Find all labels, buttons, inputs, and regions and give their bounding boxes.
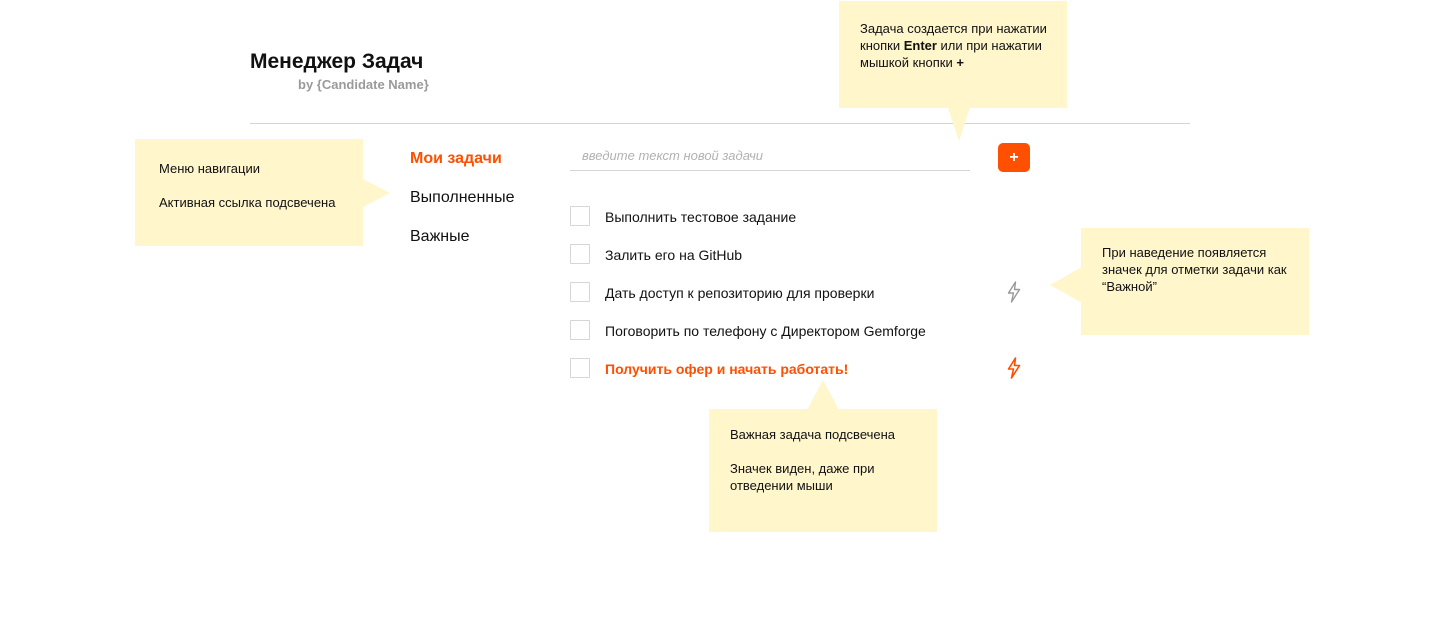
nav-item-important[interactable]: Важные xyxy=(410,228,515,267)
bolt-outline-icon[interactable] xyxy=(1006,281,1022,303)
tooltip-important-task: Важная задача подсвечена Значек виден, д… xyxy=(709,380,937,532)
task-text: Залить его на GitHub xyxy=(605,247,743,263)
tooltip-create-task: Задача создается при нажатии кнопки Ente… xyxy=(839,1,1067,141)
task-checkbox[interactable] xyxy=(570,206,590,226)
task-checkbox[interactable] xyxy=(570,320,590,340)
task-text: Получить офер и начать работать! xyxy=(605,361,849,377)
new-task-input[interactable] xyxy=(570,141,970,171)
tooltip-nav-line1: Меню навигации xyxy=(159,161,260,176)
page: Менеджер Задач by {Candidate Name} Мои з… xyxy=(0,0,1440,623)
task-list: Выполнить тестовое задание Залить его на… xyxy=(570,198,1030,388)
nav-item-completed[interactable]: Выполненные xyxy=(410,189,515,228)
tooltip-hover-text: При наведение появляется значек для отме… xyxy=(1102,245,1287,294)
task-item: Выполнить тестовое задание xyxy=(570,198,1030,236)
task-checkbox[interactable] xyxy=(570,282,590,302)
task-item-important: Получить офер и начать работать! xyxy=(570,350,1030,388)
tooltip-create-text: Задача создается при нажатии кнопки Ente… xyxy=(860,21,1047,70)
task-checkbox[interactable] xyxy=(570,358,590,378)
task-text: Дать доступ к репозиторию для проверки xyxy=(605,285,875,301)
task-checkbox[interactable] xyxy=(570,244,590,264)
task-item: Поговорить по телефону с Директором Gemf… xyxy=(570,312,1030,350)
tooltip-hover-icon: При наведение появляется значек для отме… xyxy=(1050,228,1309,335)
tooltip-navigation: Меню навигации Активная ссылка подсвечен… xyxy=(135,139,390,246)
task-item: Залить его на GitHub xyxy=(570,236,1030,274)
app-title: Менеджер Задач xyxy=(250,50,424,73)
bolt-active-icon[interactable] xyxy=(1006,357,1022,379)
app-subtitle: by {Candidate Name} xyxy=(298,77,429,92)
tooltip-important-line2: Значек виден, даже при отведении мыши xyxy=(730,461,875,493)
task-text: Выполнить тестовое задание xyxy=(605,209,797,225)
add-task-button[interactable]: + xyxy=(998,143,1030,172)
main-nav: Мои задачи Выполненные Важные xyxy=(410,150,515,267)
task-text: Поговорить по телефону с Директором Gemf… xyxy=(605,323,926,339)
header-divider xyxy=(250,123,1190,124)
tooltip-important-line1: Важная задача подсвечена xyxy=(730,427,896,442)
nav-item-my-tasks[interactable]: Мои задачи xyxy=(410,150,515,189)
task-item: Дать доступ к репозиторию для проверки xyxy=(570,274,1030,312)
tooltip-nav-line2: Активная ссылка подсвечена xyxy=(159,195,336,210)
